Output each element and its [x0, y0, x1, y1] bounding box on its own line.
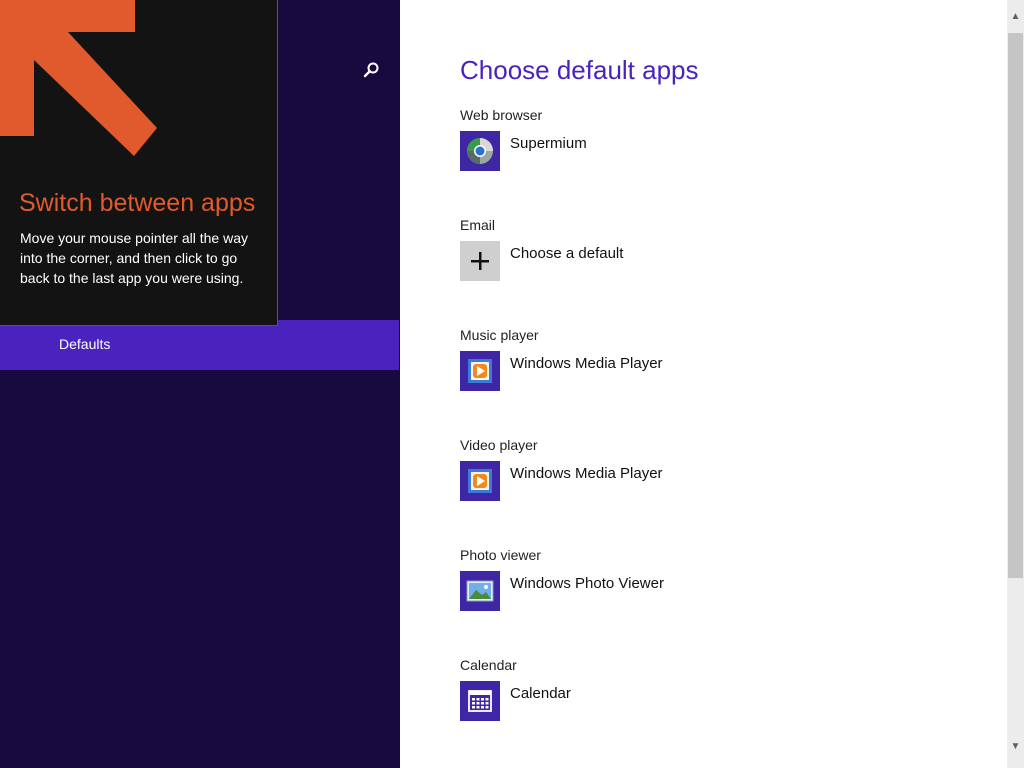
scroll-down-icon[interactable]: ▼: [1007, 738, 1024, 755]
section-label: Video player: [460, 437, 538, 453]
vertical-scrollbar[interactable]: ▲ ▼: [1007, 0, 1024, 768]
app-name: Calendar: [510, 685, 571, 702]
scroll-up-icon[interactable]: ▲: [1007, 8, 1024, 25]
section-label: Calendar: [460, 657, 517, 673]
tip-title: Switch between apps: [19, 189, 256, 217]
app-name: Windows Media Player: [510, 465, 663, 482]
app-tile: [460, 571, 500, 611]
tip-body: Move your mouse pointer all the way into…: [20, 230, 248, 286]
section-label: Email: [460, 217, 496, 233]
browser-icon: [467, 138, 493, 164]
section-label: Photo viewer: [460, 547, 541, 563]
app-tile: [460, 681, 500, 721]
calendar-app-button[interactable]: Calendar: [460, 681, 760, 721]
email-app-button[interactable]: Choose a default: [460, 241, 760, 281]
sidebar-item-label: Defaults: [59, 336, 111, 352]
app-tile: [460, 241, 500, 281]
app-tile: [460, 461, 500, 501]
app-name: Supermium: [510, 135, 587, 152]
app-name: Windows Photo Viewer: [510, 575, 664, 592]
sidebar-item-defaults[interactable]: Defaults: [0, 320, 399, 370]
web-browser-app-button[interactable]: Supermium: [460, 131, 760, 171]
default-apps-content: Choose default apps Web browser Supermiu…: [460, 0, 1000, 768]
media-player-icon: [468, 469, 492, 493]
app-name: Windows Media Player: [510, 355, 663, 372]
video-player-app-button[interactable]: Windows Media Player: [460, 461, 760, 501]
app-tile: [460, 351, 500, 391]
section-label: Music player: [460, 327, 539, 343]
switch-apps-tip: Switch between apps Move your mouse poin…: [0, 0, 278, 326]
scroll-thumb[interactable]: [1008, 33, 1023, 578]
corner-arrow-icon: [0, 0, 157, 156]
page-title: Choose default apps: [460, 55, 699, 85]
plus-icon: [471, 252, 489, 270]
photo-viewer-app-button[interactable]: Windows Photo Viewer: [460, 571, 760, 611]
app-name: Choose a default: [510, 245, 624, 262]
search-button[interactable]: [360, 58, 384, 82]
media-player-icon: [468, 359, 492, 383]
music-player-app-button[interactable]: Windows Media Player: [460, 351, 760, 391]
photo-viewer-icon: [466, 580, 494, 602]
section-label: Web browser: [460, 107, 543, 123]
calendar-icon: [468, 690, 492, 712]
app-tile: [460, 131, 500, 171]
search-icon: [363, 62, 379, 78]
